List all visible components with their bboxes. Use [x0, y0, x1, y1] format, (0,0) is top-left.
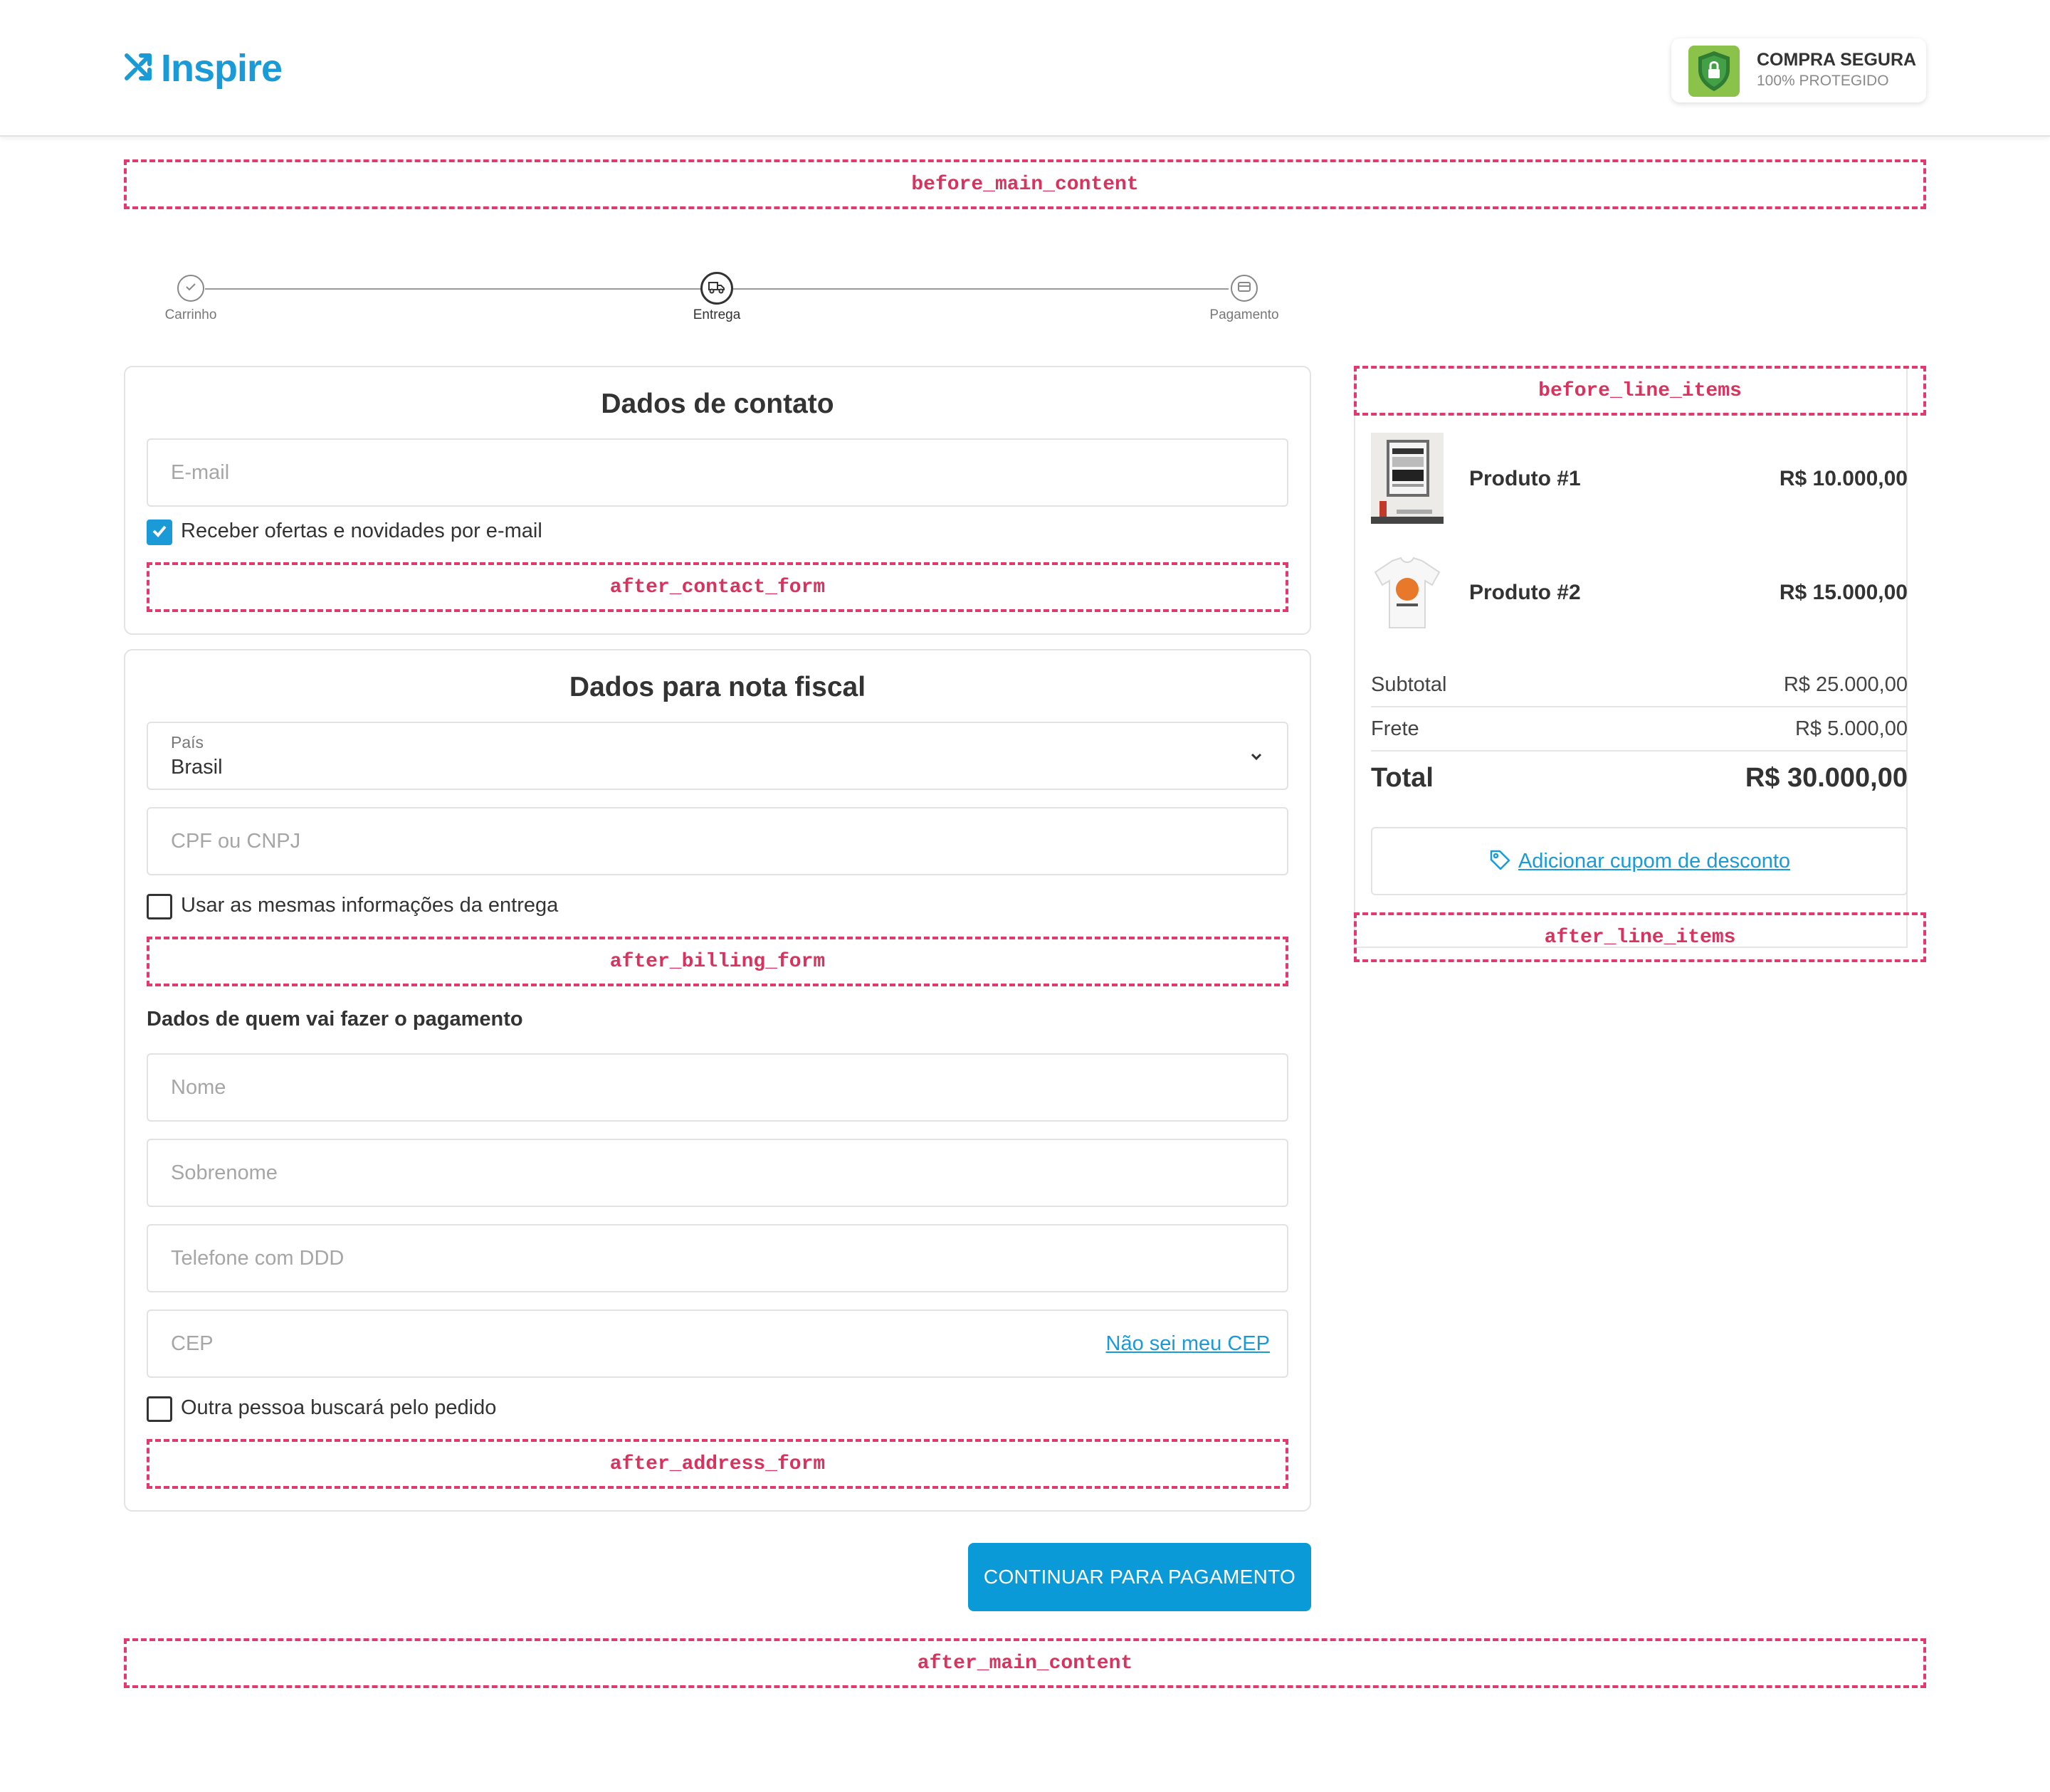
shipping-label: Frete: [1371, 717, 1419, 740]
summary-divider: [1371, 750, 1908, 752]
hook-before-line-items: before_line_items: [1354, 366, 1926, 416]
step-cart[interactable]: [177, 275, 204, 302]
step-delivery[interactable]: [700, 272, 733, 305]
product-1-name: Produto #1: [1469, 467, 1581, 490]
phone-field[interactable]: Telefone com DDD: [147, 1224, 1288, 1292]
hook-after-contact-form: after_contact_form: [147, 562, 1288, 612]
step-delivery-label: Entrega: [693, 307, 741, 322]
product-2-name: Produto #2: [1469, 581, 1581, 604]
email-field[interactable]: E-mail: [147, 438, 1288, 507]
continue-to-payment-button[interactable]: CONTINUAR PARA PAGAMENTO: [968, 1543, 1311, 1611]
add-coupon-button[interactable]: Adicionar cupom de desconto: [1371, 827, 1908, 895]
product-1-price: R$ 10.000,00: [1779, 467, 1908, 490]
shield-lock-icon: [1688, 46, 1740, 97]
country-value: Brasil: [171, 756, 223, 779]
subtotal-label: Subtotal: [1371, 673, 1447, 696]
truck-icon: [708, 279, 726, 298]
summary-divider: [1371, 706, 1908, 707]
cep-placeholder: CEP: [171, 1332, 214, 1355]
contact-title: Dados de contato: [601, 389, 834, 419]
subtotal-value: R$ 25.000,00: [1783, 673, 1908, 696]
first-name-placeholder: Nome: [171, 1076, 226, 1099]
document-field[interactable]: CPF ou CNPJ: [147, 807, 1288, 875]
country-label: País: [171, 733, 204, 752]
add-coupon-link[interactable]: Adicionar cupom de desconto: [1518, 850, 1790, 873]
hook-after-main-content: after_main_content: [124, 1638, 1926, 1688]
hook-after-line-items: after_line_items: [1354, 912, 1926, 962]
first-name-field[interactable]: Nome: [147, 1053, 1288, 1122]
secure-badge-title: COMPRA SEGURA: [1757, 50, 1917, 70]
chevron-down-icon: [1249, 749, 1264, 768]
brand-logo[interactable]: Inspire: [122, 44, 283, 93]
step-payment[interactable]: [1231, 275, 1258, 302]
shipping-value: R$ 5.000,00: [1794, 717, 1908, 740]
offers-checkbox[interactable]: [147, 520, 172, 545]
pickup-other-checkbox[interactable]: [147, 1396, 172, 1422]
total-label: Total: [1371, 763, 1434, 793]
step-payment-label: Pagamento: [1209, 307, 1279, 322]
last-name-placeholder: Sobrenome: [171, 1161, 278, 1184]
pickup-other-label: Outra pessoa buscará pelo pedido: [181, 1396, 497, 1419]
brand-name: Inspire: [161, 47, 283, 90]
same-as-shipping-label: Usar as mesmas informações da entrega: [181, 894, 559, 917]
secure-purchase-badge: COMPRA SEGURA 100% PROTEGIDO: [1671, 38, 1926, 102]
same-as-shipping-checkbox[interactable]: [147, 894, 172, 919]
email-placeholder: E-mail: [171, 461, 230, 484]
product-2-thumbnail: [1371, 554, 1444, 632]
secure-badge-subtitle: 100% PROTEGIDO: [1757, 73, 1889, 89]
last-name-field[interactable]: Sobrenome: [147, 1139, 1288, 1207]
product-1-thumbnail: [1371, 433, 1444, 524]
shuffle-icon: [122, 51, 154, 86]
country-select[interactable]: País Brasil: [147, 722, 1288, 790]
check-icon: [150, 522, 169, 544]
step-cart-label: Carrinho: [164, 307, 217, 322]
hook-after-address-form: after_address_form: [147, 1439, 1288, 1489]
hook-before-main-content: before_main_content: [124, 159, 1926, 209]
total-value: R$ 30.000,00: [1745, 763, 1908, 793]
tag-icon: [1488, 848, 1511, 875]
check-icon: [184, 280, 198, 297]
card-icon: [1237, 281, 1251, 296]
cep-help-link[interactable]: Não sei meu CEP: [1106, 1332, 1271, 1356]
hook-after-billing-form: after_billing_form: [147, 937, 1288, 986]
document-placeholder: CPF ou CNPJ: [171, 830, 301, 853]
offers-label: Receber ofertas e novidades por e-mail: [181, 520, 542, 542]
cep-field[interactable]: CEP Não sei meu CEP: [147, 1309, 1288, 1378]
payer-heading: Dados de quem vai fazer o pagamento: [147, 1008, 523, 1031]
product-2-price: R$ 15.000,00: [1779, 581, 1908, 604]
billing-title: Dados para nota fiscal: [569, 672, 866, 702]
phone-placeholder: Telefone com DDD: [171, 1247, 345, 1270]
